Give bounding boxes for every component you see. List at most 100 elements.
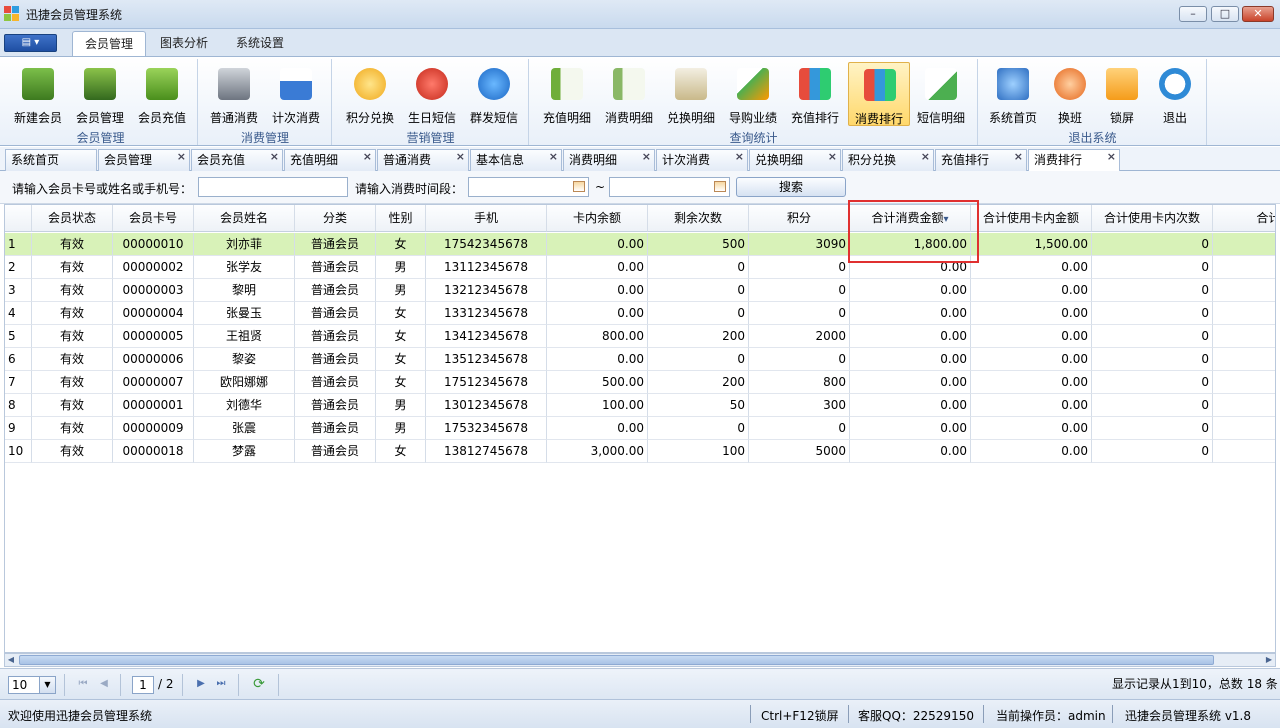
cell-total-card-count-used[interactable]: 0 bbox=[1092, 394, 1213, 417]
cell-points[interactable]: 0 bbox=[749, 417, 850, 440]
cell-card-balance[interactable]: 0.00 bbox=[547, 279, 648, 302]
cell-total-used-other[interactable] bbox=[1213, 325, 1275, 348]
doc-tab-member-management[interactable]: 会员管理 × bbox=[98, 149, 190, 171]
cell-member-status[interactable]: 有效 bbox=[32, 233, 113, 256]
page-size-select[interactable]: 10 ▼ bbox=[8, 676, 56, 694]
calendar-icon[interactable] bbox=[714, 181, 726, 192]
cell-phone[interactable]: 17542345678 bbox=[426, 233, 547, 256]
close-tab-icon[interactable]: × bbox=[456, 147, 465, 167]
cell-member-name[interactable]: 刘亦菲 bbox=[194, 233, 295, 256]
cell-card-number[interactable]: 00000005 bbox=[113, 325, 194, 348]
cell-row-number[interactable]: 10 bbox=[5, 440, 32, 463]
cell-total-used-other[interactable] bbox=[1213, 371, 1275, 394]
column-header-card-balance[interactable]: 卡内余额 bbox=[547, 205, 648, 232]
doc-tab-normal-consume[interactable]: 普通消费 × bbox=[377, 149, 469, 171]
cell-gender[interactable]: 女 bbox=[376, 371, 426, 394]
home-button[interactable]: 系统首页 bbox=[982, 62, 1044, 126]
cell-row-number[interactable]: 9 bbox=[5, 417, 32, 440]
cell-row-number[interactable]: 7 bbox=[5, 371, 32, 394]
close-tab-icon[interactable]: × bbox=[270, 147, 279, 167]
cell-total-card-amount-used[interactable]: 0.00 bbox=[971, 302, 1092, 325]
cell-total-used-other[interactable] bbox=[1213, 279, 1275, 302]
cell-row-number[interactable]: 6 bbox=[5, 348, 32, 371]
normal-consume-button[interactable]: 普通消费 bbox=[203, 62, 265, 126]
cell-total-card-amount-used[interactable]: 0.00 bbox=[971, 256, 1092, 279]
cell-phone[interactable]: 13812745678 bbox=[426, 440, 547, 463]
cell-total-consume-amount[interactable]: 0.00 bbox=[850, 440, 971, 463]
column-header-points[interactable]: 积分 bbox=[749, 205, 850, 232]
cell-member-name[interactable]: 张震 bbox=[194, 417, 295, 440]
cell-category[interactable]: 普通会员 bbox=[295, 233, 376, 256]
new-member-button[interactable]: 新建会员 bbox=[7, 62, 69, 126]
cell-card-number[interactable]: 00000004 bbox=[113, 302, 194, 325]
cell-card-number[interactable]: 00000003 bbox=[113, 279, 194, 302]
cell-total-card-amount-used[interactable]: 0.00 bbox=[971, 325, 1092, 348]
doc-tab-exchange-detail[interactable]: 兑换明细 × bbox=[749, 149, 841, 171]
column-header-member-name[interactable]: 会员姓名 bbox=[194, 205, 295, 232]
cell-card-number[interactable]: 00000002 bbox=[113, 256, 194, 279]
recharge-detail-button[interactable]: 充值明细 bbox=[536, 62, 598, 126]
close-tab-icon[interactable]: × bbox=[549, 147, 558, 167]
cell-card-number[interactable]: 00000009 bbox=[113, 417, 194, 440]
cell-card-balance[interactable]: 0.00 bbox=[547, 256, 648, 279]
cell-member-name[interactable]: 张学友 bbox=[194, 256, 295, 279]
cell-total-card-count-used[interactable]: 0 bbox=[1092, 256, 1213, 279]
cell-gender[interactable]: 女 bbox=[376, 348, 426, 371]
doc-tab-consume-detail[interactable]: 消费明细 × bbox=[563, 149, 655, 171]
cell-row-number[interactable]: 4 bbox=[5, 302, 32, 325]
cell-member-status[interactable]: 有效 bbox=[32, 394, 113, 417]
cell-member-status[interactable]: 有效 bbox=[32, 417, 113, 440]
cell-total-consume-amount[interactable]: 0.00 bbox=[850, 325, 971, 348]
consume-detail-button[interactable]: 消费明细 bbox=[598, 62, 660, 126]
doc-tab-home[interactable]: 系统首页 bbox=[5, 149, 97, 171]
close-tab-icon[interactable]: × bbox=[921, 147, 930, 167]
birthday-sms-button[interactable]: 生日短信 bbox=[401, 62, 463, 126]
cell-total-used-other[interactable] bbox=[1213, 256, 1275, 279]
column-header-total-used-other[interactable]: 合计使用- bbox=[1213, 205, 1275, 232]
cell-phone[interactable]: 13312345678 bbox=[426, 302, 547, 325]
cell-total-consume-amount[interactable]: 0.00 bbox=[850, 348, 971, 371]
cell-gender[interactable]: 男 bbox=[376, 394, 426, 417]
cell-card-balance[interactable]: 0.00 bbox=[547, 348, 648, 371]
cell-total-used-other[interactable] bbox=[1213, 440, 1275, 463]
close-button[interactable]: ✕ bbox=[1242, 6, 1274, 22]
cell-card-number[interactable]: 00000007 bbox=[113, 371, 194, 394]
close-tab-icon[interactable]: × bbox=[177, 147, 186, 167]
member-management-button[interactable]: 会员管理 bbox=[69, 62, 131, 126]
cell-total-used-other[interactable] bbox=[1213, 348, 1275, 371]
cell-member-name[interactable]: 张曼玉 bbox=[194, 302, 295, 325]
close-tab-icon[interactable]: × bbox=[735, 147, 744, 167]
page-number-input[interactable]: 1 bbox=[132, 676, 154, 694]
cell-gender[interactable]: 男 bbox=[376, 279, 426, 302]
tab-member-management[interactable]: 会员管理 bbox=[72, 31, 147, 56]
cell-total-card-count-used[interactable]: 0 bbox=[1092, 440, 1213, 463]
cell-card-number[interactable]: 00000006 bbox=[113, 348, 194, 371]
close-tab-icon[interactable]: × bbox=[363, 147, 372, 167]
cell-points[interactable]: 0 bbox=[749, 256, 850, 279]
cell-gender[interactable]: 男 bbox=[376, 417, 426, 440]
cell-total-used-other[interactable] bbox=[1213, 233, 1275, 256]
cell-phone[interactable]: 13412345678 bbox=[426, 325, 547, 348]
cell-member-status[interactable]: 有效 bbox=[32, 279, 113, 302]
column-header-member-status[interactable]: 会员状态 bbox=[32, 205, 113, 232]
cell-total-used-other[interactable] bbox=[1213, 417, 1275, 440]
cell-points[interactable]: 800 bbox=[749, 371, 850, 394]
cell-points[interactable]: 300 bbox=[749, 394, 850, 417]
column-header-phone[interactable]: 手机 bbox=[426, 205, 547, 232]
cell-total-used-other[interactable] bbox=[1213, 394, 1275, 417]
member-recharge-button[interactable]: 会员充值 bbox=[131, 62, 193, 126]
close-tab-icon[interactable]: × bbox=[828, 147, 837, 167]
close-tab-icon[interactable]: × bbox=[1014, 147, 1023, 167]
cell-row-number[interactable]: 2 bbox=[5, 256, 32, 279]
start-date-input[interactable] bbox=[468, 177, 589, 197]
sms-detail-button[interactable]: 短信明细 bbox=[910, 62, 972, 126]
cell-card-balance[interactable]: 0.00 bbox=[547, 417, 648, 440]
cell-member-status[interactable]: 有效 bbox=[32, 325, 113, 348]
cell-remaining-count[interactable]: 500 bbox=[648, 233, 749, 256]
column-header-row-number[interactable] bbox=[5, 205, 32, 232]
cell-card-balance[interactable]: 500.00 bbox=[547, 371, 648, 394]
cell-category[interactable]: 普通会员 bbox=[295, 256, 376, 279]
cell-gender[interactable]: 女 bbox=[376, 302, 426, 325]
cell-card-balance[interactable]: 0.00 bbox=[547, 233, 648, 256]
cell-member-name[interactable]: 王祖贤 bbox=[194, 325, 295, 348]
